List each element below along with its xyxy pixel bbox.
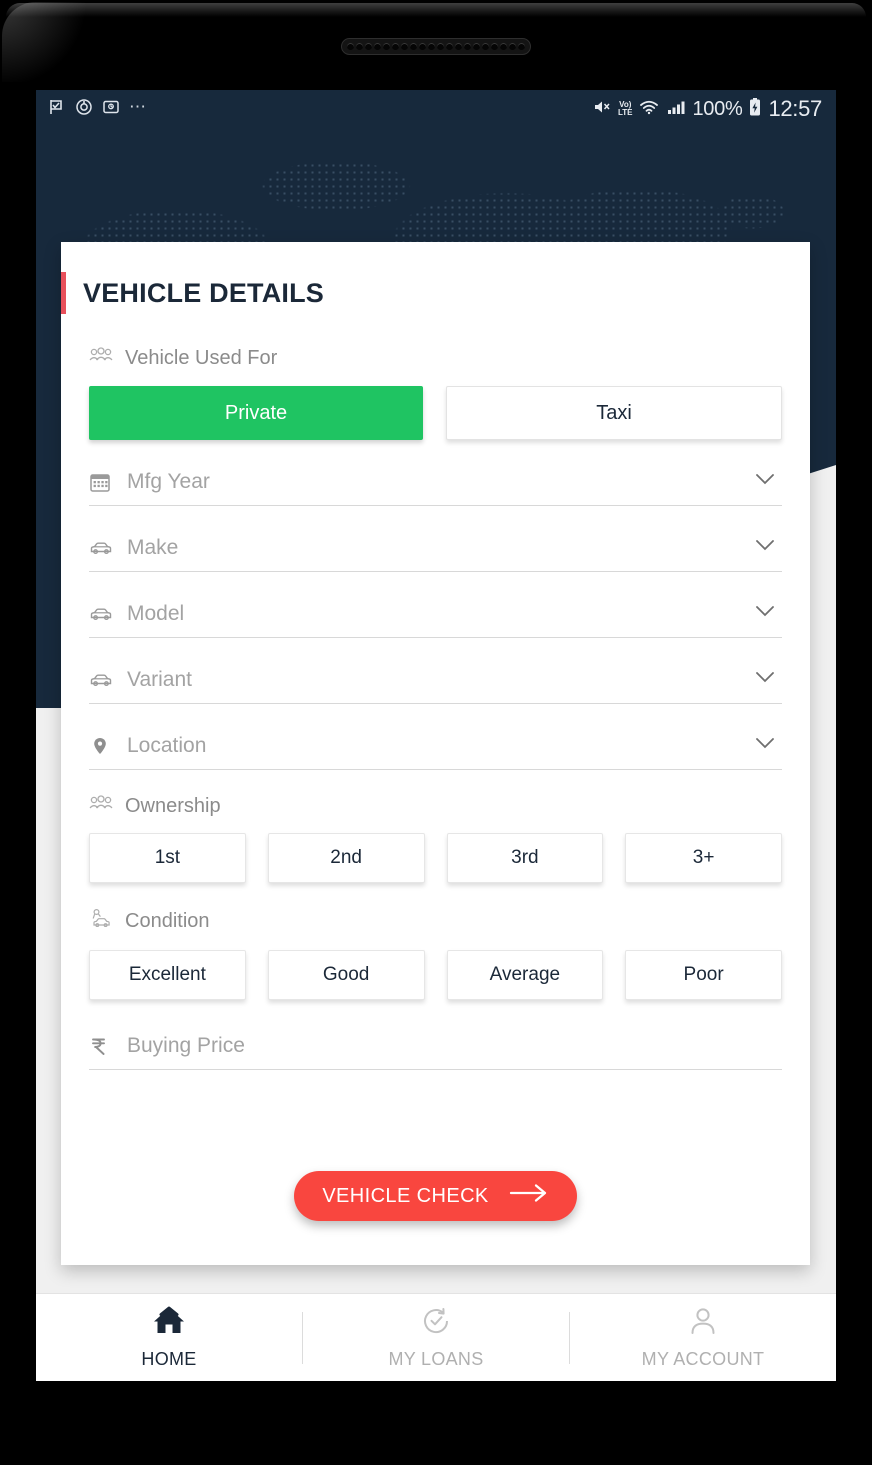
clock-alarm-icon [75, 98, 93, 121]
chevron-down-icon[interactable] [750, 602, 780, 625]
battery-charging-icon [748, 97, 762, 122]
title-accent-bar [61, 272, 66, 314]
vehicle-used-for-option-private[interactable]: Private [89, 386, 423, 440]
nav-item-home-label: HOME [141, 1349, 197, 1369]
vehicle-check-button-wrap: VEHICLE CHECK [61, 1171, 810, 1221]
condition-option-excellent[interactable]: Excellent [89, 950, 246, 1000]
people-group-icon [89, 346, 113, 370]
rupee-icon [89, 1035, 119, 1057]
condition-option-poor[interactable]: Poor [625, 950, 782, 1000]
make-value: Make [127, 535, 179, 559]
loan-history-icon [418, 1305, 454, 1342]
condition-label-row: Condition [89, 907, 782, 935]
nav-item-home[interactable]: HOME [36, 1294, 302, 1381]
home-icon [151, 1305, 187, 1342]
status-bar: ⋯ Vo) LTE 100% 12:57 [36, 90, 836, 128]
flag-check-icon [48, 98, 66, 121]
page-title-row: VEHICLE DETAILS [61, 272, 810, 314]
location-value: Location [127, 733, 207, 757]
device-frame: ⋯ Vo) LTE 100% 12:57 VEHICLE DETAILS Veh… [0, 0, 872, 1465]
chevron-down-icon[interactable] [750, 668, 780, 691]
variant-dropdown[interactable]: Variant [89, 656, 782, 704]
status-bar-right-icons: Vo) LTE 100% 12:57 [592, 96, 822, 122]
condition-option-average[interactable]: Average [446, 950, 604, 1000]
signal-bars-icon [666, 98, 686, 121]
nav-item-my-loans-label: MY LOANS [388, 1349, 484, 1369]
mfg-year-value: Mfg Year [127, 469, 210, 493]
ownership-option-3plus[interactable]: 3+ [625, 833, 782, 883]
ownership-label: Ownership [125, 794, 221, 817]
bottom-navigation-bar: HOME MY LOANS MY ACCOUNT [36, 1293, 836, 1381]
bezel-highlight [6, 3, 866, 17]
car-icon [89, 539, 119, 557]
car-repair-icon [89, 907, 113, 935]
more-dots-icon: ⋯ [129, 96, 148, 116]
ownership-label-row: Ownership [89, 794, 782, 818]
vehicle-used-for-option-taxi[interactable]: Taxi [446, 386, 782, 440]
vehicle-used-for-label-row: Vehicle Used For [89, 346, 782, 370]
earpiece-speaker-grille [341, 38, 531, 55]
vehicle-used-for-options: Private Taxi [89, 386, 782, 440]
nav-item-my-account-label: MY ACCOUNT [641, 1349, 765, 1369]
calendar-icon [89, 471, 119, 493]
location-dropdown[interactable]: Location [89, 722, 782, 770]
screenshot-icon [102, 98, 120, 121]
variant-value: Variant [127, 667, 192, 691]
ownership-option-3rd[interactable]: 3rd [446, 833, 604, 883]
map-pin-icon [89, 735, 119, 757]
volte-icon: Vo) LTE [617, 100, 633, 117]
person-icon [685, 1305, 721, 1342]
mfg-year-dropdown[interactable]: Mfg Year [89, 458, 782, 506]
vehicle-check-button[interactable]: VEHICLE CHECK [294, 1171, 577, 1221]
mute-vibrate-icon [592, 98, 612, 121]
ownership-options: 1st 2nd 3rd 3+ [89, 833, 782, 883]
car-icon [89, 671, 119, 689]
condition-option-good[interactable]: Good [267, 950, 425, 1000]
buying-price-field[interactable]: Buying Price [89, 1022, 782, 1070]
chevron-down-icon[interactable] [750, 734, 780, 757]
arrow-right-icon [509, 1183, 551, 1209]
model-dropdown[interactable]: Model [89, 590, 782, 638]
buying-price-value: Buying Price [127, 1033, 245, 1057]
status-bar-clock: 12:57 [768, 96, 822, 121]
ownership-option-2nd[interactable]: 2nd [267, 833, 425, 883]
make-dropdown[interactable]: Make [89, 524, 782, 572]
chevron-down-icon[interactable] [750, 536, 780, 559]
vehicle-check-button-label: VEHICLE CHECK [322, 1184, 489, 1207]
nav-item-my-account[interactable]: MY ACCOUNT [570, 1294, 836, 1381]
ownership-option-1st[interactable]: 1st [89, 833, 246, 883]
status-bar-left-icons: ⋯ [48, 98, 148, 121]
condition-label: Condition [125, 909, 210, 932]
page-title: VEHICLE DETAILS [83, 277, 325, 308]
condition-options: Excellent Good Average Poor [89, 950, 782, 1000]
vehicle-details-card: VEHICLE DETAILS Vehicle Used For Private… [61, 242, 810, 1265]
chevron-down-icon[interactable] [750, 470, 780, 493]
wifi-icon [638, 98, 660, 121]
battery-percent-label: 100% [692, 97, 743, 120]
vehicle-used-for-label: Vehicle Used For [125, 346, 278, 369]
people-group-icon [89, 794, 113, 818]
nav-item-my-loans[interactable]: MY LOANS [303, 1294, 569, 1381]
model-value: Model [127, 601, 185, 625]
device-bottom-bezel [36, 1381, 836, 1415]
phone-screen: ⋯ Vo) LTE 100% 12:57 VEHICLE DETAILS Veh… [36, 90, 836, 1381]
car-icon [89, 605, 119, 623]
